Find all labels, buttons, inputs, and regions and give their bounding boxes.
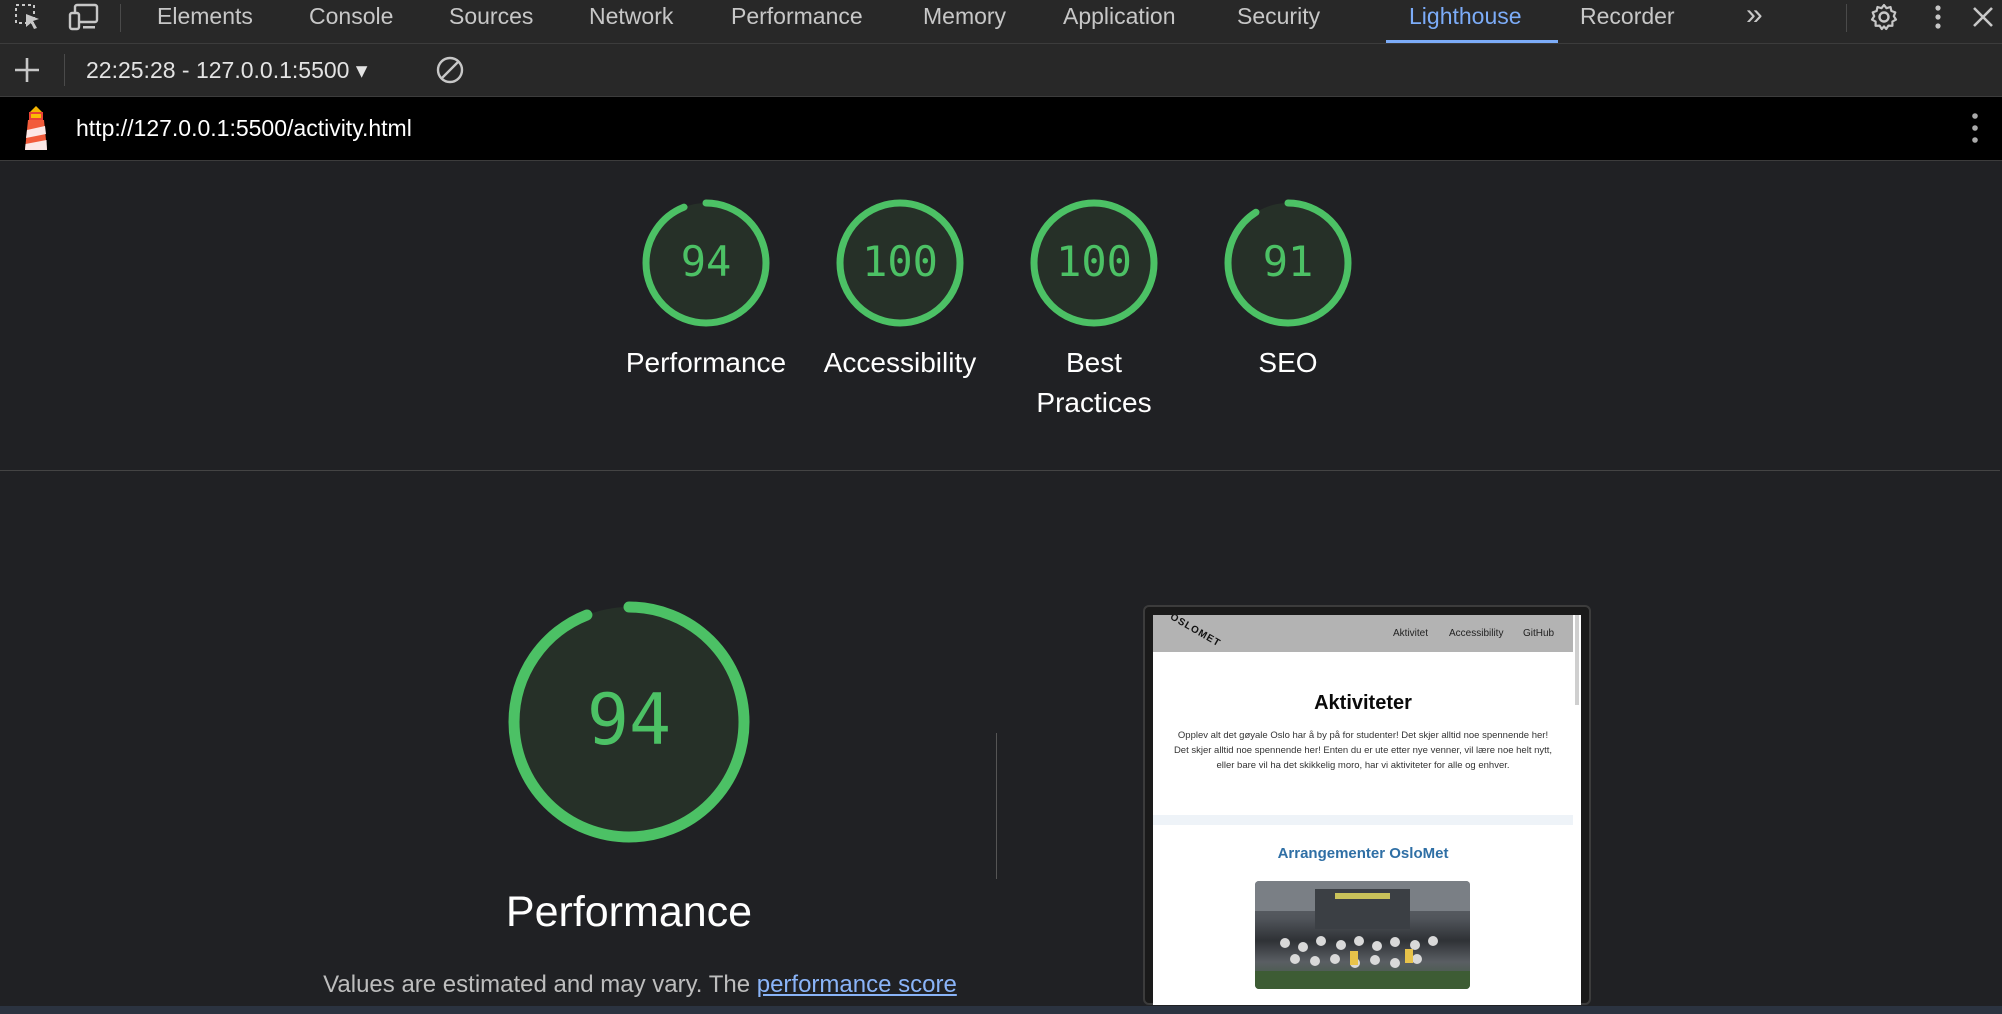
gauge-best-practices[interactable]: 100 Best Practices — [999, 197, 1189, 423]
more-tabs-button[interactable]: » — [1746, 0, 1763, 43]
close-icon[interactable] — [1968, 0, 1998, 34]
devtools-tabbar: Elements Console Sources Network Perform… — [0, 0, 2002, 44]
thumb-nav-link: GitHub — [1523, 628, 1555, 639]
tab-sources[interactable]: Sources — [449, 0, 533, 43]
performance-title: Performance — [505, 888, 753, 936]
tab-console[interactable]: Console — [309, 0, 393, 43]
device-toolbar-icon[interactable] — [66, 0, 102, 34]
gauge-label: Performance — [625, 347, 787, 378]
settings-icon[interactable] — [1866, 0, 1902, 34]
lighthouse-toolbar: 22:25:28 - 127.0.0.1:5500 ▾ — [0, 44, 2002, 97]
thumb-event-photo — [1255, 881, 1470, 989]
tab-performance[interactable]: Performance — [731, 0, 863, 43]
performance-score: 94 — [587, 679, 671, 761]
tab-application[interactable]: Application — [1063, 0, 1176, 43]
tab-recorder[interactable]: Recorder — [1580, 0, 1675, 43]
report-url-bar: http://127.0.0.1:5500/activity.html — [0, 97, 2002, 161]
gauge-performance[interactable]: 94 Performance — [611, 197, 801, 383]
thumb-navbar: OSLOMET Aktivitet Accessibility GitHub — [1153, 615, 1573, 652]
final-screenshot[interactable]: OSLOMET Aktivitet Accessibility GitHub A… — [1143, 605, 1591, 1005]
thumb-nav-link: Aktivitet — [1393, 628, 1429, 639]
new-report-button[interactable] — [10, 53, 44, 87]
more-vert-icon[interactable] — [1920, 0, 1956, 34]
thumb-heading: Aktiviteter — [1314, 692, 1412, 714]
thumb-subheading: Arrangementer OsloMet — [1277, 845, 1449, 862]
tab-lighthouse[interactable]: Lighthouse — [1409, 0, 1522, 43]
tab-network[interactable]: Network — [589, 0, 673, 43]
report-select-value: 22:25:28 - 127.0.0.1:5500 — [86, 57, 350, 83]
report-menu-icon[interactable] — [1970, 110, 1980, 151]
screenshot-page: OSLOMET Aktivitet Accessibility GitHub A… — [1153, 615, 1581, 1005]
gauge-ring: 91 — [1224, 199, 1352, 327]
lighthouse-icon — [20, 104, 52, 157]
gauge-score: 94 — [681, 237, 732, 286]
thumb-scrollbar — [1575, 615, 1579, 705]
thumb-divider — [1153, 815, 1573, 825]
tab-memory[interactable]: Memory — [923, 0, 1006, 43]
section-divider — [996, 733, 997, 879]
active-tab-indicator — [1386, 40, 1558, 43]
gauge-seo[interactable]: 91 SEO — [1193, 197, 1383, 383]
performance-section: 94 Performance Values are estimated and … — [0, 471, 2000, 1007]
performance-gauge-large: 94 — [505, 598, 753, 851]
gauge-accessibility[interactable]: 100 Accessibility — [805, 197, 995, 383]
gauge-score: 100 — [1056, 237, 1132, 286]
tab-elements[interactable]: Elements — [157, 0, 253, 43]
gauge-score: 100 — [862, 237, 938, 286]
thumb-paragraph: Opplev alt det gøyale Oslo har å by på f… — [1173, 730, 1553, 771]
chevron-down-icon: ▾ — [355, 57, 368, 83]
gauge-label: SEO — [1258, 347, 1318, 378]
thumb-nav-link: Accessibility — [1449, 628, 1504, 639]
gauge-ring: 94 — [508, 601, 750, 843]
performance-score-link[interactable]: performance score — [757, 971, 957, 998]
report-url[interactable]: http://127.0.0.1:5500/activity.html — [76, 97, 412, 160]
score-summary: 94 Performance 100 Accessibility 100 Bes… — [0, 161, 2000, 471]
clear-icon[interactable] — [432, 53, 468, 87]
thumb-logo: OSLOMET — [1168, 615, 1223, 650]
tab-security[interactable]: Security — [1237, 0, 1320, 43]
inspect-element-icon[interactable] — [10, 0, 46, 34]
gauge-label: Best Practices — [1036, 347, 1152, 418]
gauge-ring: 100 — [1030, 199, 1158, 327]
gauge-ring: 100 — [836, 199, 964, 327]
bottom-edge — [0, 1006, 2002, 1014]
gauge-label: Accessibility — [823, 347, 977, 378]
performance-note-text: Values are estimated and may vary. The — [323, 971, 757, 998]
performance-note: Values are estimated and may vary. The p… — [240, 971, 1040, 999]
gauge-ring: 94 — [642, 199, 770, 327]
report-select[interactable]: 22:25:28 - 127.0.0.1:5500 ▾ — [86, 44, 367, 96]
gauge-score: 91 — [1263, 237, 1314, 286]
